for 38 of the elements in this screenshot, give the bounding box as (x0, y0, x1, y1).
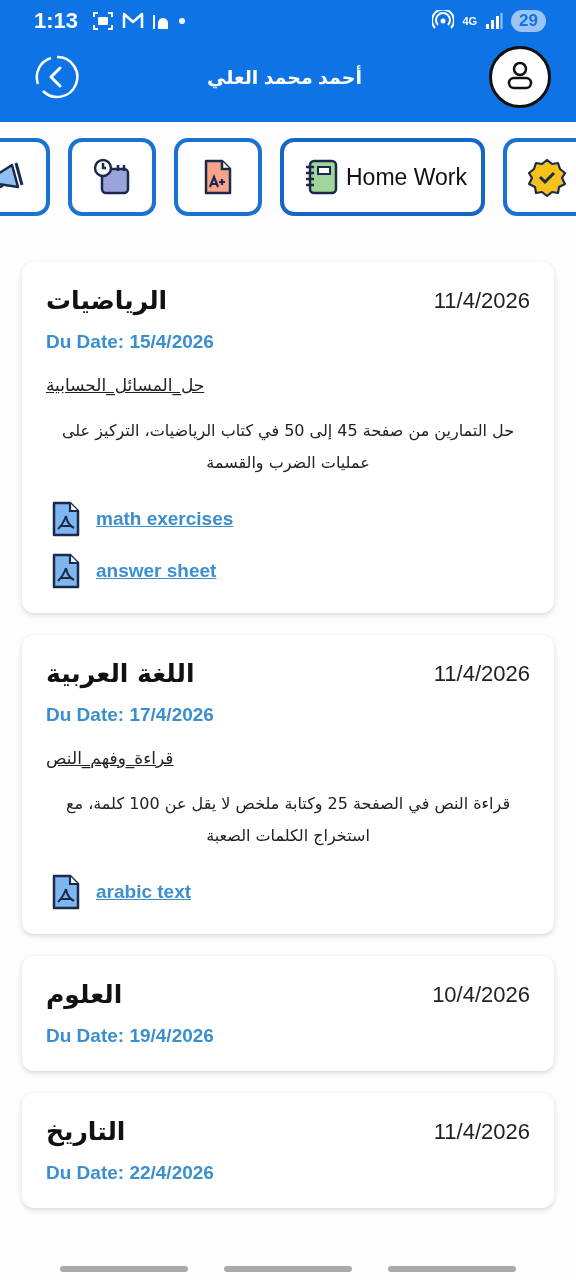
due-date: Du Date: 15/4/2026 (46, 331, 215, 353)
mail-icon (122, 12, 145, 30)
due-date: Du Date: 19/4/2026 (46, 1025, 215, 1047)
signal-icon (485, 12, 504, 30)
attachment-link[interactable]: answer sheet (96, 560, 217, 582)
verified-badge-icon (527, 157, 567, 197)
student-name: أحمد محمد العلي (207, 65, 362, 89)
mosque-icon (152, 13, 171, 29)
homework-description: قراءة النص في الصفحة 25 وكتابة ملخص لا يقل عن 100 كلمة، مع استخراج الكلمات الصعبة (64, 793, 512, 848)
tab[interactable]: Home Work (280, 138, 485, 216)
battery-level: 29 (511, 10, 546, 32)
assigned-date: 11/4/2026 (433, 1118, 530, 1145)
due-date: Du Date: 17/4/2026 (46, 704, 215, 726)
tab[interactable] (68, 138, 156, 216)
assigned-date: 11/4/2026 (433, 287, 530, 314)
subject-title: العلوم (46, 980, 123, 1009)
tab[interactable] (503, 138, 576, 216)
homework-description: حل التمارين من صفحة 45 إلى 50 في كتاب الرياضيات، التركيز على عمليات الضرب والقسمة (60, 420, 516, 475)
subject-title: الرياضيات (46, 286, 168, 315)
subject-title: التاريخ (46, 1117, 126, 1146)
screenshot-icon (92, 11, 115, 31)
attachment-link[interactable]: arabic text (96, 881, 192, 903)
pdf-file-icon (50, 553, 82, 589)
back-button[interactable] (34, 54, 80, 100)
homework-title: قراءة_وفهم_النص (46, 748, 174, 768)
assigned-date: 10/4/2026 (432, 981, 530, 1008)
tab[interactable] (174, 138, 262, 216)
calendar-clock-icon (92, 157, 132, 197)
assigned-date: 11/4/2026 (433, 660, 530, 687)
notification-dot-icon (178, 17, 187, 25)
attachment-link[interactable]: math exercises (96, 508, 234, 530)
clock-time: 1:13 (34, 8, 79, 34)
due-date: Du Date: 22/4/2026 (46, 1162, 215, 1184)
pdf-file-icon (50, 874, 82, 910)
network-type: 4G (462, 15, 478, 27)
homework-title: حل_المسائل_الحسابية (46, 375, 205, 395)
subject-title: اللغة العربية (46, 659, 195, 688)
pdf-file-icon (50, 501, 82, 537)
